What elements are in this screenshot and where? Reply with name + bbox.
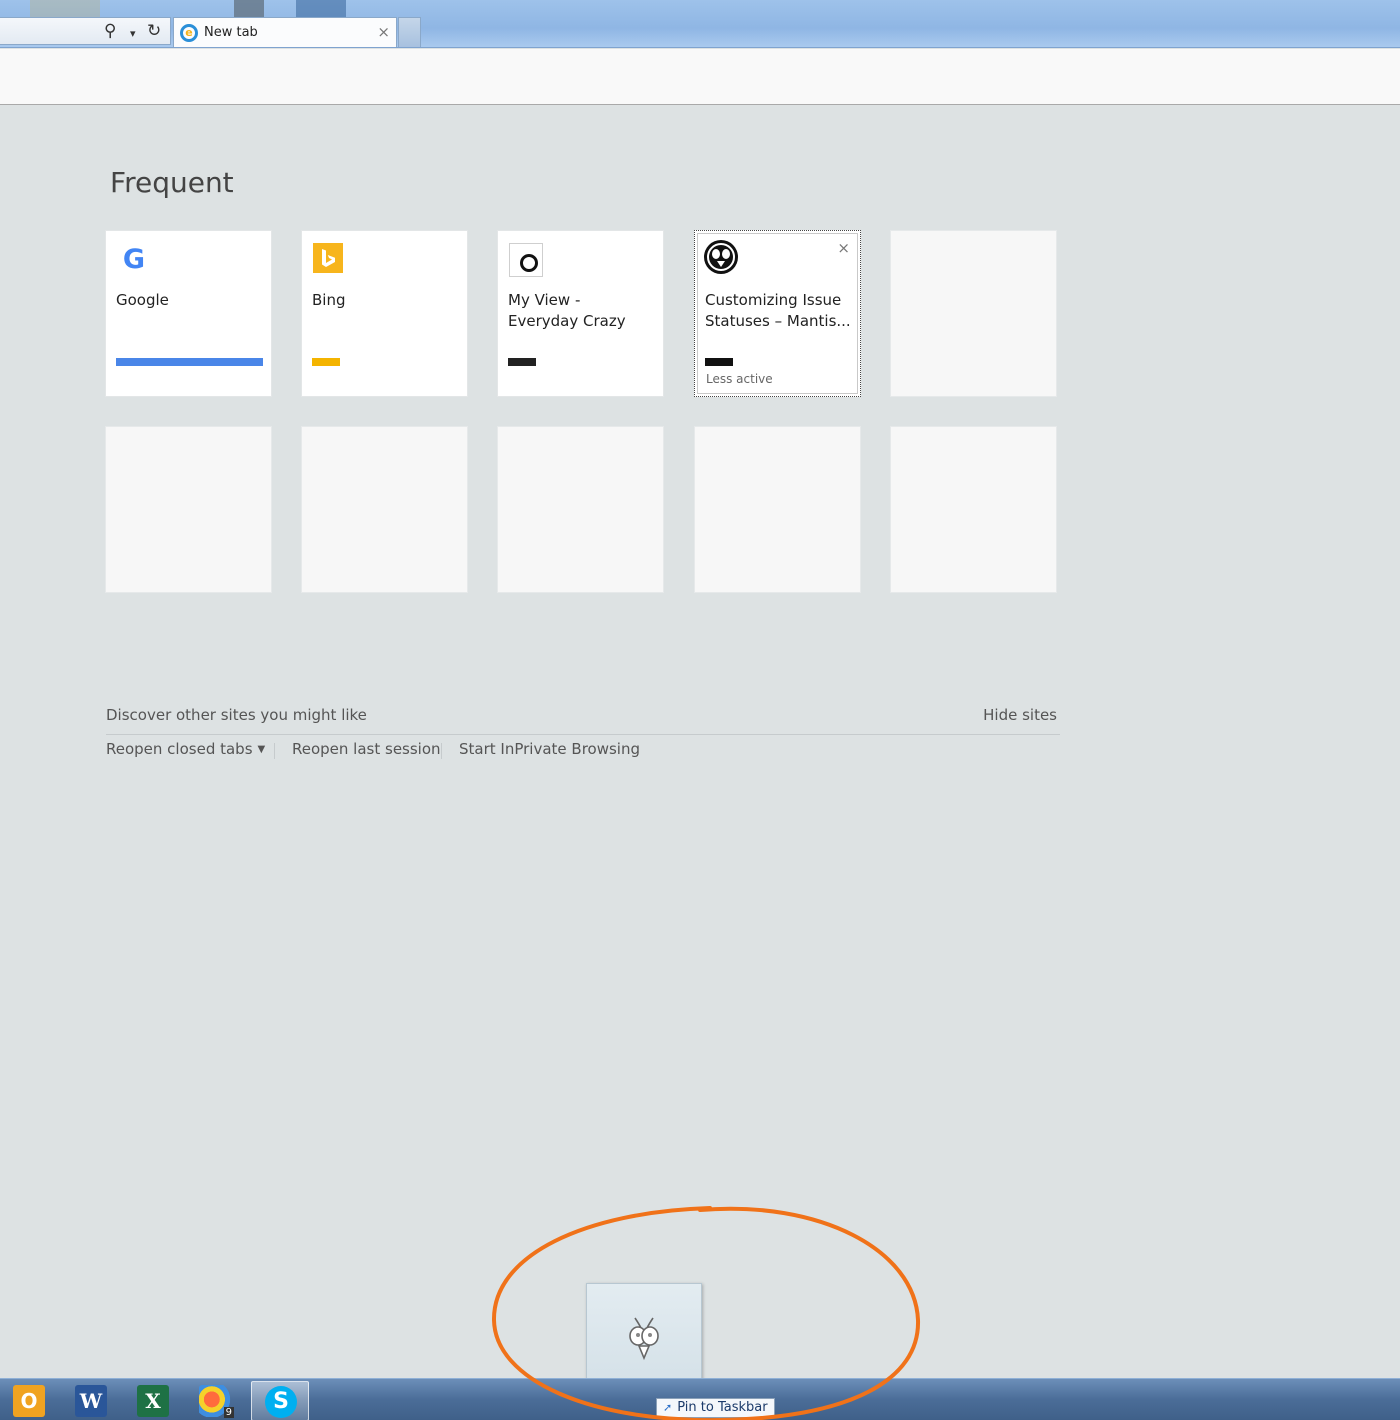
tab-title: New tab bbox=[204, 25, 258, 40]
pin-arrow-icon: ➚ bbox=[663, 1401, 673, 1414]
activity-bar bbox=[508, 358, 536, 366]
pin-to-taskbar-tooltip: ➚ Pin to Taskbar bbox=[656, 1398, 775, 1418]
empty-tile bbox=[890, 230, 1057, 397]
remove-tile-icon[interactable]: × bbox=[837, 239, 850, 257]
activity-bar bbox=[116, 358, 263, 366]
empty-tile bbox=[694, 426, 861, 593]
window-titlebar: ⚲ ▾ ↻ e New tab × bbox=[0, 0, 1400, 48]
taskbar-word[interactable]: W bbox=[62, 1381, 120, 1420]
divider bbox=[274, 743, 275, 759]
tab-new-tab[interactable]: e New tab × bbox=[173, 17, 397, 47]
window-count-badge: 9 bbox=[223, 1407, 234, 1418]
reopen-last-session-link[interactable]: Reopen last session bbox=[292, 740, 441, 758]
empty-tile bbox=[301, 426, 468, 593]
taskbar-paint[interactable]: 9 bbox=[186, 1381, 244, 1420]
tile-label: Customizing Issue Statuses – Mantis... bbox=[705, 291, 851, 330]
divider bbox=[441, 743, 442, 759]
pin-to-taskbar-label: Pin to Taskbar bbox=[677, 1400, 768, 1415]
desktop-background-fragment bbox=[234, 0, 264, 17]
empty-tile bbox=[105, 426, 272, 593]
skype-icon: S bbox=[265, 1386, 297, 1418]
mantis-icon bbox=[704, 240, 738, 274]
tile-label: Google bbox=[116, 291, 169, 309]
desktop-background-fragment bbox=[296, 0, 346, 17]
page-title: Frequent bbox=[110, 166, 234, 199]
close-tab-icon[interactable]: × bbox=[377, 23, 390, 41]
bing-icon bbox=[313, 243, 343, 273]
reopen-closed-tabs-label: Reopen closed tabs bbox=[106, 740, 253, 758]
activity-bar bbox=[705, 358, 733, 366]
discover-sites-text: Discover other sites you might like bbox=[106, 706, 367, 724]
google-icon: G bbox=[117, 243, 151, 277]
tile-label: Bing bbox=[312, 291, 346, 309]
activity-bar bbox=[312, 358, 340, 366]
discover-row: Discover other sites you might like Hide… bbox=[106, 706, 1060, 735]
mantis-icon bbox=[629, 1317, 659, 1361]
hide-sites-link[interactable]: Hide sites bbox=[983, 706, 1057, 724]
taskbar-excel[interactable]: X bbox=[124, 1381, 182, 1420]
outlook-icon: O bbox=[13, 1385, 45, 1417]
internet-explorer-icon: e bbox=[180, 24, 198, 42]
browser-toolbar bbox=[0, 49, 1400, 105]
start-inprivate-link[interactable]: Start InPrivate Browsing bbox=[459, 740, 640, 758]
refresh-icon[interactable]: ↻ bbox=[147, 22, 161, 40]
search-icon[interactable]: ⚲ bbox=[104, 22, 116, 40]
site-tile-google[interactable]: G Google bbox=[105, 230, 272, 397]
empty-tile bbox=[497, 426, 664, 593]
myview-icon bbox=[509, 243, 543, 277]
reopen-closed-tabs-link[interactable]: Reopen closed tabs ▼ bbox=[106, 740, 265, 758]
taskbar-skype[interactable]: S bbox=[251, 1381, 309, 1420]
address-bar-end[interactable]: ⚲ ▾ ↻ bbox=[0, 17, 171, 45]
site-tile-bing[interactable]: Bing bbox=[301, 230, 468, 397]
caret-down-icon: ▼ bbox=[257, 744, 266, 755]
empty-tile bbox=[890, 426, 1057, 593]
site-tile-my-view[interactable]: My View - Everyday Crazy bbox=[497, 230, 664, 397]
tile-status: Less active bbox=[706, 372, 773, 386]
taskbar-outlook[interactable]: O bbox=[0, 1381, 58, 1420]
new-tab-button[interactable] bbox=[398, 17, 421, 47]
chevron-down-icon[interactable]: ▾ bbox=[130, 25, 136, 43]
word-icon: W bbox=[75, 1385, 107, 1417]
excel-icon: X bbox=[137, 1385, 169, 1417]
tile-label: My View - Everyday Crazy bbox=[508, 291, 626, 330]
site-tile-mantis[interactable]: × Customizing Issue Statuses – Mantis...… bbox=[694, 230, 861, 397]
